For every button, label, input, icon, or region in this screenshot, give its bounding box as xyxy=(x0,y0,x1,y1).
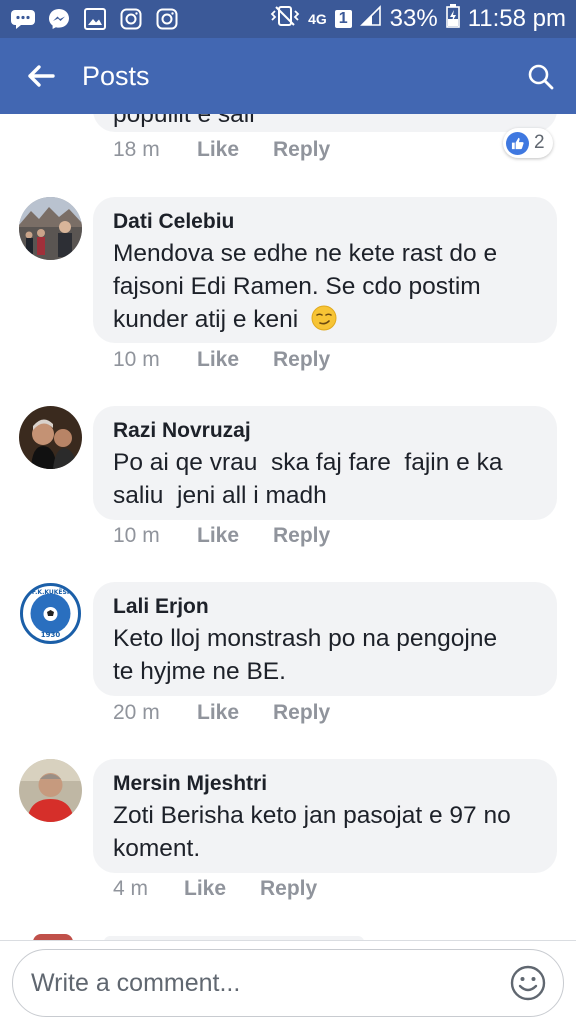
comment-bubble: Dati Celebiu Mendova se edhe ne kete ras… xyxy=(93,197,557,343)
reply-button[interactable]: Reply xyxy=(260,877,317,901)
battery-percent: 33% xyxy=(389,5,438,32)
search-icon xyxy=(528,64,554,90)
network-type: 4G xyxy=(308,11,327,27)
comment-actions: 20 m Like Reply xyxy=(113,701,330,725)
signal-icon xyxy=(359,4,382,34)
comment-actions: 10 m Like Reply xyxy=(113,524,330,548)
clock: 11:58 pm xyxy=(467,5,566,32)
comment-time: 20 m xyxy=(113,701,160,724)
comment-text: Po ai qe vrau ska faj fare fajin e ka sa… xyxy=(113,449,503,509)
sim-badge: 1 xyxy=(334,10,352,28)
comment-actions: 4 m Like Reply xyxy=(113,877,317,901)
thumbs-up-icon xyxy=(506,131,529,155)
comment-author[interactable]: Dati Celebiu xyxy=(113,207,537,237)
comment-placeholder: Write a comment... xyxy=(31,968,241,997)
comment-bubble: Mersin Mjeshtri Zoti Berisha keto jan pa… xyxy=(93,759,557,873)
comment-author[interactable]: Lali Erjon xyxy=(113,592,537,622)
comment-actions: 18 m Like Reply xyxy=(113,138,330,162)
gallery-icon xyxy=(82,7,108,31)
like-button[interactable]: Like xyxy=(197,138,273,162)
back-arrow-icon xyxy=(28,65,55,87)
comment-actions: 10 m Like Reply xyxy=(113,348,330,372)
reply-button[interactable]: Reply xyxy=(273,138,330,162)
comment-text: Zoti Berisha keto jan pasojat e 97 no ko… xyxy=(113,802,511,862)
comment-input[interactable]: Write a comment... xyxy=(12,949,564,1017)
battery-icon xyxy=(445,3,460,35)
avatar[interactable]: F.K.KUKËSI 1930 xyxy=(19,582,82,645)
messages-icon xyxy=(10,7,36,31)
status-bar: 4G 1 33% 11:58 pm xyxy=(0,0,576,38)
search-button[interactable] xyxy=(520,56,562,98)
comment-time: 10 m xyxy=(113,348,160,371)
svg-text:F.K.KUKËSI: F.K.KUKËSI xyxy=(32,589,69,596)
reply-button[interactable]: Reply xyxy=(273,701,330,725)
reaction-number: 2 xyxy=(534,132,545,153)
emoji-icon[interactable] xyxy=(509,964,547,1002)
comment-author[interactable]: Razi Novruzaj xyxy=(113,416,537,446)
comments-list: popullit e sali 18 m Like Reply 2 Dati C… xyxy=(0,114,576,940)
instagram-icon xyxy=(154,7,180,31)
comment-author[interactable]: Mersin Mjeshtri xyxy=(113,769,537,799)
comment-time: 4 m xyxy=(113,877,149,900)
like-button[interactable]: Like xyxy=(197,524,273,548)
comment-time: 10 m xyxy=(113,524,160,547)
svg-text:1930: 1930 xyxy=(41,631,61,639)
comment-text: Keto lloj monstrash po na pengojne te hy… xyxy=(113,625,498,685)
comment-bubble: Lali Erjon Keto lloj monstrash po na pen… xyxy=(93,582,557,696)
like-button[interactable]: Like xyxy=(197,701,273,725)
comment-time: 18 m xyxy=(113,138,160,161)
avatar[interactable] xyxy=(19,759,82,822)
back-button[interactable] xyxy=(0,38,82,114)
comment-composer: Write a comment... xyxy=(0,940,576,1024)
like-button[interactable]: Like xyxy=(184,877,260,901)
messenger-icon xyxy=(46,7,72,31)
reaction-count[interactable]: 2 xyxy=(503,128,553,158)
comment-text: popullit e sali xyxy=(113,114,255,128)
vibrate-icon xyxy=(270,5,300,34)
page-title: Posts xyxy=(82,60,150,91)
reply-button[interactable]: Reply xyxy=(273,524,330,548)
reply-button[interactable]: Reply xyxy=(273,348,330,372)
comment-bubble: Razi Novruzaj Po ai qe vrau ska faj fare… xyxy=(93,406,557,520)
avatar[interactable] xyxy=(19,197,82,260)
instagram-icon xyxy=(118,7,144,31)
like-button[interactable]: Like xyxy=(197,348,273,372)
comment-bubble: popullit e sali xyxy=(93,114,557,132)
comment-text: Mendova se edhe ne kete rast do e fajson… xyxy=(113,240,498,333)
avatar[interactable] xyxy=(19,406,82,469)
smirk-emoji-icon xyxy=(311,305,337,331)
app-bar: Posts xyxy=(0,38,576,114)
